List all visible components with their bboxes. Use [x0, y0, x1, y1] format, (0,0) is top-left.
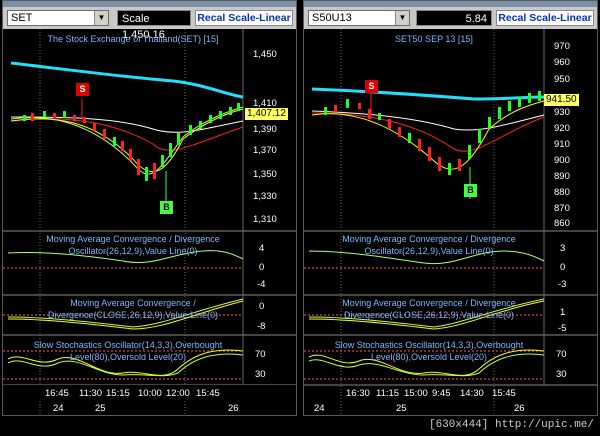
indicator-macd-osc-label-1: Moving Average Convergence / Divergence [46, 234, 220, 244]
time-label: 9:45 [432, 388, 451, 399]
chevron-down-icon[interactable]: ▼ [94, 11, 108, 25]
time-label: 16:45 [45, 388, 69, 399]
indicator-stoch-label-2: Level(80),Oversold Level(20) [370, 352, 488, 362]
indicator-stoch-label-1: Slow Stochastics Oscillator(14,3,3),Over… [33, 340, 223, 350]
time-label: 10:00 [138, 388, 162, 399]
date-label: 24 [53, 403, 64, 414]
date-label: 24 [314, 403, 325, 414]
ind1-axis-label: -3 [558, 279, 567, 290]
last-price-display: 5.84 [465, 13, 487, 25]
price-axis-label: 1,390 [253, 124, 277, 135]
ind1-axis-label: -4 [257, 279, 266, 290]
date-label: 26 [228, 403, 239, 414]
ma-mid-line [311, 112, 545, 152]
indicator-stoch-label-2: Level(80),Oversold Level(20) [69, 352, 187, 362]
time-label: 16:30 [346, 388, 370, 399]
indicator-macd-label-2: Divergence(CLOSE,26,12,9),Value Line(0) [48, 310, 218, 320]
ind2-axis-label: -8 [257, 321, 266, 332]
time-label: 15:45 [492, 388, 516, 399]
ind3-axis-label: 30 [255, 369, 266, 380]
ind3-axis-label: 30 [556, 369, 567, 380]
ind1-axis-label: 4 [259, 243, 265, 254]
symbol-value: S50U13 [312, 12, 352, 24]
chart-pane-set: SET ▼ Scale 1,450.16 Recal Scale-Linear [2, 0, 297, 417]
chart-toolbar: SET ▼ Scale 1,450.16 Recal Scale-Linear [3, 7, 296, 41]
sell-signal: S [365, 80, 378, 93]
time-label: 11:15 [376, 388, 400, 399]
price-box: 5.84 [416, 10, 492, 26]
last-price-tag: 1,407.12 [245, 108, 288, 120]
chart-pane-s50: S50U13 ▼ 5.84 Recal Scale-Linear SET50 S… [303, 0, 598, 417]
candles [23, 103, 240, 181]
indicator-macd-label-1: Moving Average Convergence / [70, 298, 196, 308]
indicator-stoch-label-1: Slow Stochastics Oscillator(14,3,3),Over… [334, 340, 524, 350]
time-label: 15:00 [404, 388, 428, 399]
indicator-macd-label-2: Divergence(CLOSE,26,12,9),Value Line(0) [344, 310, 514, 320]
price-axis-label: 890 [554, 171, 570, 182]
ind2-axis-label: 0 [259, 301, 265, 312]
date-label: 26 [514, 403, 525, 414]
recal-scale-button[interactable]: Recal Scale-Linear [195, 10, 293, 26]
time-label: 14:30 [460, 388, 484, 399]
price-axis-label: 920 [554, 123, 570, 134]
buy-signal: B [160, 201, 173, 214]
last-price-tag: 941.50 [544, 94, 579, 106]
indicator-macd-label-1: Moving Average Convergence / Divergence [342, 298, 516, 308]
band-line [10, 61, 244, 99]
price-axis-label: 870 [554, 203, 570, 214]
date-label: 25 [95, 403, 106, 414]
band-line [311, 87, 545, 101]
indicator-macd-osc-label-2: Oscillator(26,12,9),Value Line(0) [364, 246, 494, 256]
price-axis-label: 860 [554, 218, 570, 229]
price-axis-label: 960 [554, 57, 570, 68]
image-credit: [630x444] http://upic.me/ [428, 419, 594, 431]
ind2-axis-label: 1 [560, 307, 566, 318]
symbol-value: SET [11, 12, 33, 24]
symbol-select[interactable]: SET ▼ [7, 10, 109, 26]
ind2-axis-label: -5 [558, 323, 567, 334]
price-axis-label: 950 [554, 74, 570, 85]
chart-toolbar: S50U13 ▼ 5.84 Recal Scale-Linear [304, 7, 597, 29]
price-box: Scale 1,450.16 [117, 10, 191, 41]
ind1-axis-label: 0 [560, 262, 566, 273]
price-axis-label: 1,410 [253, 98, 277, 109]
recal-scale-button[interactable]: Recal Scale-Linear [496, 10, 594, 26]
price-axis-label: 1,370 [253, 145, 277, 156]
price-axis-label: 900 [554, 155, 570, 166]
scale-label: Scale [122, 13, 150, 25]
chart-title: The Stock Exchange of Thailand(SET) [15] [47, 34, 219, 44]
price-axis-label: 970 [554, 41, 570, 52]
chart-title: SET50 SEP 13 [15] [395, 34, 473, 44]
buy-signal: B [464, 184, 477, 197]
time-label: 12:00 [166, 388, 190, 399]
price-axis-label: 1,350 [253, 169, 277, 180]
indicator-macd-osc-label-1: Moving Average Convergence / Divergence [342, 234, 516, 244]
ind1-axis-label: 3 [560, 243, 566, 254]
date-label: 25 [396, 403, 407, 414]
chevron-down-icon[interactable]: ▼ [395, 11, 409, 25]
price-axis-label: 1,330 [253, 191, 277, 202]
ind1-axis-label: 0 [259, 262, 265, 273]
image-footer: [630x444] http://upic.me/ [0, 416, 600, 436]
price-axis-label: 930 [554, 107, 570, 118]
ind3-axis-label: 70 [255, 349, 266, 360]
time-label: 11:30 [79, 388, 103, 399]
time-label: 15:15 [106, 388, 130, 399]
price-axis-label: 1,310 [253, 214, 277, 225]
price-axis-label: 1,450 [253, 49, 277, 60]
symbol-select[interactable]: S50U13 ▼ [308, 10, 410, 26]
price-axis-label: 880 [554, 187, 570, 198]
time-label: 15:45 [196, 388, 220, 399]
price-axis-label: 910 [554, 139, 570, 150]
sell-signal: S [76, 83, 89, 96]
ind3-axis-label: 70 [556, 349, 567, 360]
indicator-macd-osc-label-2: Oscillator(26,12,9),Value Line(0) [68, 246, 198, 256]
